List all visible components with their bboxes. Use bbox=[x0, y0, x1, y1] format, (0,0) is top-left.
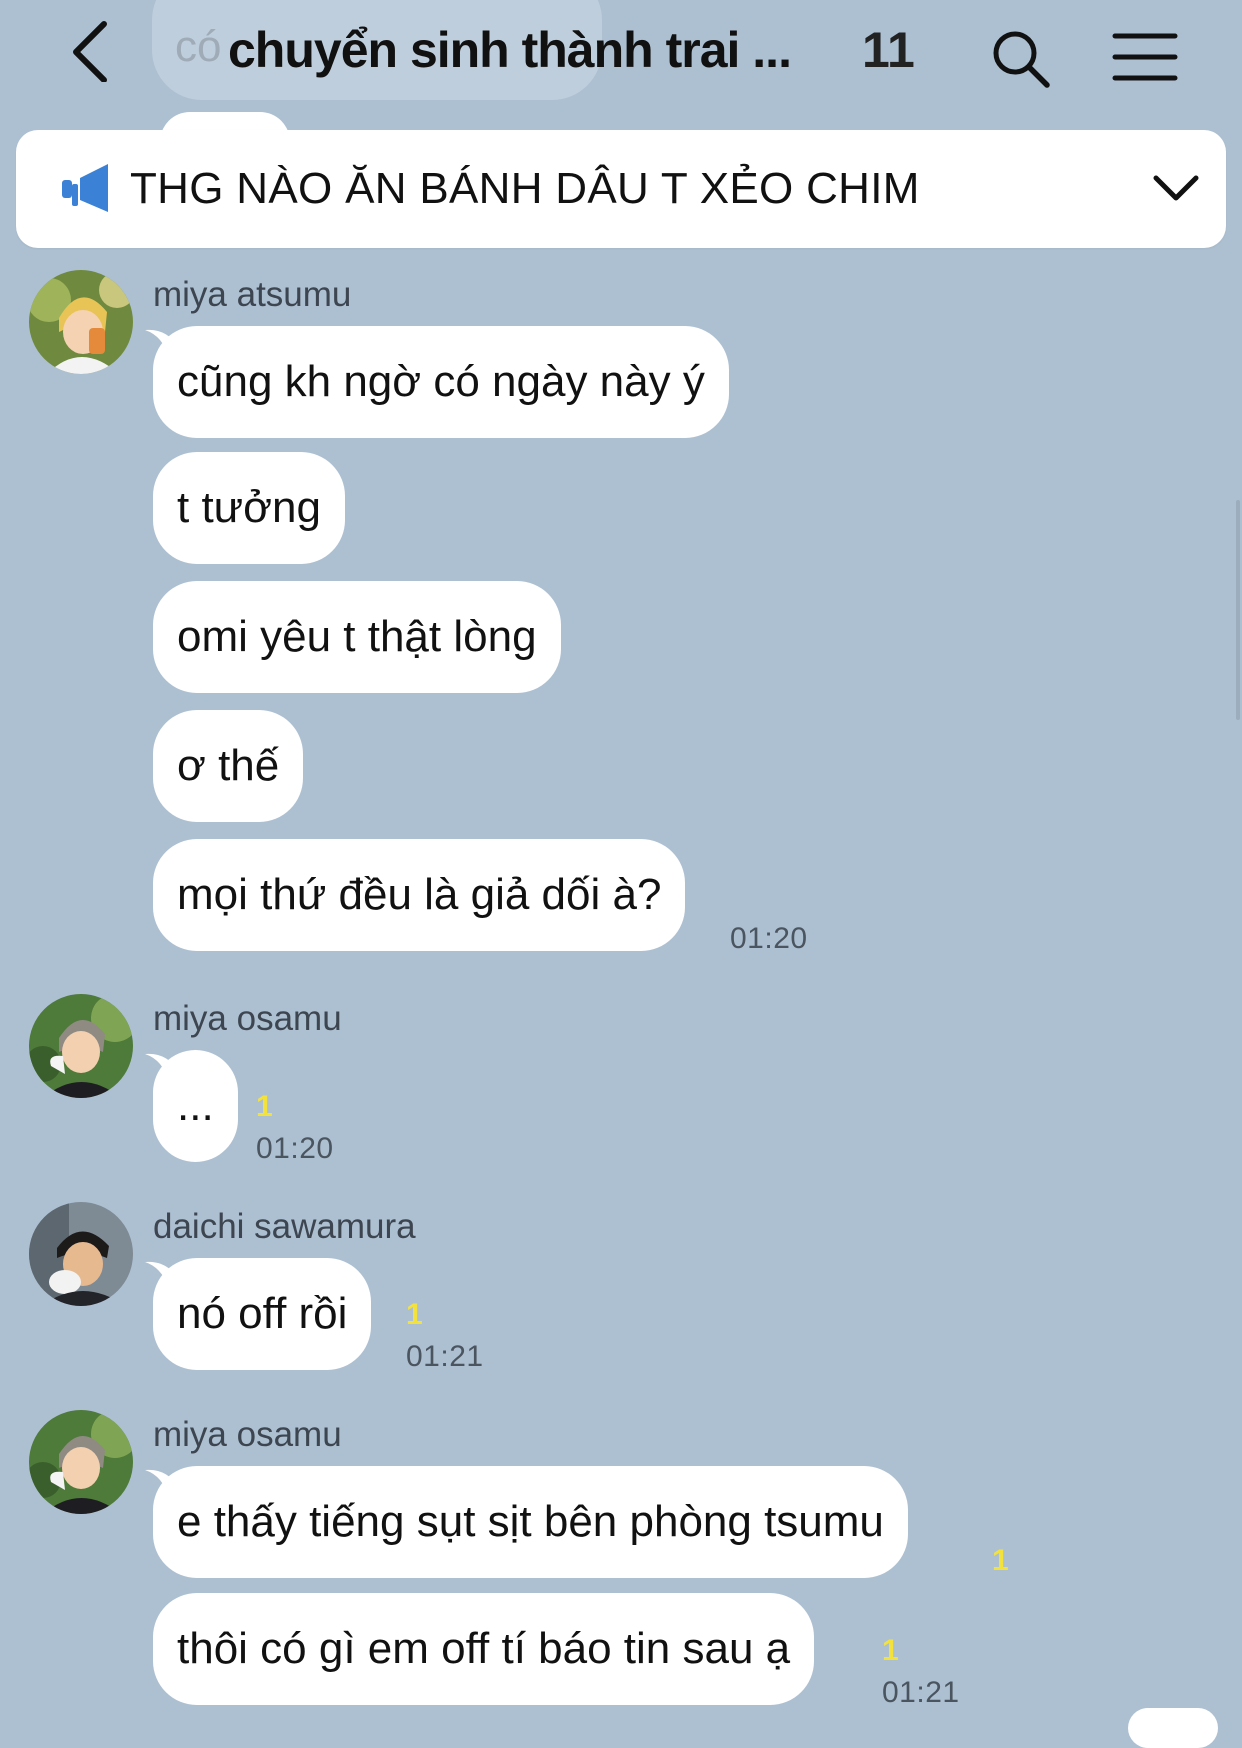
bubble-tail bbox=[145, 1469, 179, 1498]
message-text: ơ thế bbox=[177, 741, 280, 790]
bubble-tail bbox=[145, 1261, 179, 1290]
hamburger-menu-icon bbox=[1112, 33, 1178, 81]
message-text: e thấy tiếng sụt sịt bên phòng tsumu bbox=[177, 1497, 884, 1546]
avatar-miya-atsumu[interactable] bbox=[29, 270, 133, 374]
message-text: t tưởng bbox=[177, 483, 321, 532]
unread-count: 1 bbox=[992, 1544, 1009, 1577]
avatar-miya-osamu[interactable] bbox=[29, 1410, 133, 1514]
megaphone-icon bbox=[62, 164, 108, 212]
message-bubble[interactable]: ơ thế bbox=[153, 710, 304, 822]
message-time: 01:20 bbox=[730, 922, 808, 955]
scrollbar[interactable] bbox=[1236, 500, 1240, 720]
announcement-banner[interactable]: THG NÀO ĂN BÁNH DÂU T XẺO CHIM bbox=[16, 130, 1226, 248]
message-text: ... bbox=[177, 1081, 214, 1130]
search-icon bbox=[993, 31, 1050, 88]
avatar-image bbox=[29, 1202, 133, 1306]
sender-name: miya osamu bbox=[153, 999, 342, 1038]
chat-header: chuyển sinh thành trai ... 11 bbox=[0, 0, 1242, 110]
message-time: 01:21 bbox=[882, 1676, 960, 1709]
message-bubble[interactable]: mọi thứ đều là giả dối à? bbox=[153, 839, 686, 951]
message-bubble[interactable]: ... bbox=[145, 1050, 238, 1162]
chat-title[interactable]: chuyển sinh thành trai ... bbox=[228, 18, 792, 82]
announcement-text: THG NÀO ĂN BÁNH DÂU T XẺO CHIM bbox=[130, 164, 920, 213]
avatar-daichi-sawamura[interactable] bbox=[29, 1202, 133, 1306]
chevron-left-icon bbox=[73, 21, 107, 83]
message-bubble[interactable]: thôi có gì em off tí báo tin sau ạ bbox=[153, 1593, 815, 1705]
unread-count: 1 bbox=[882, 1634, 899, 1667]
message-text: thôi có gì em off tí báo tin sau ạ bbox=[177, 1624, 791, 1673]
message-bubble[interactable]: nó off rồi bbox=[145, 1258, 372, 1370]
message-bubble[interactable]: t tưởng bbox=[153, 452, 345, 564]
back-button[interactable] bbox=[62, 18, 122, 83]
message-bubble[interactable]: cũng kh ngờ có ngày này ý bbox=[145, 326, 729, 438]
search-button[interactable] bbox=[990, 28, 1052, 90]
bubble-tail bbox=[145, 329, 179, 358]
message-text: cũng kh ngờ có ngày này ý bbox=[177, 357, 705, 406]
unread-count: 1 bbox=[256, 1090, 273, 1123]
avatar-miya-osamu[interactable] bbox=[29, 994, 133, 1098]
sender-name: daichi sawamura bbox=[153, 1207, 416, 1246]
avatar-image bbox=[29, 994, 133, 1098]
chevron-down-icon[interactable] bbox=[1148, 160, 1204, 216]
message-text: omi yêu t thật lòng bbox=[177, 612, 537, 661]
message-bubble[interactable]: omi yêu t thật lòng bbox=[153, 581, 561, 693]
menu-button[interactable] bbox=[1112, 30, 1178, 84]
message-text: nó off rồi bbox=[177, 1289, 348, 1338]
message-time: 01:20 bbox=[256, 1132, 334, 1165]
bubble-tail bbox=[145, 1053, 179, 1082]
member-count: 11 bbox=[862, 22, 915, 78]
unread-count: 1 bbox=[406, 1298, 423, 1331]
message-text: mọi thứ đều là giả dối à? bbox=[177, 870, 662, 919]
partial-message-bubble bbox=[1128, 1708, 1218, 1748]
sender-name: miya atsumu bbox=[153, 275, 352, 314]
sender-name: miya osamu bbox=[153, 1415, 342, 1454]
message-time: 01:21 bbox=[406, 1340, 484, 1373]
avatar-image bbox=[29, 1410, 133, 1514]
avatar-image bbox=[29, 270, 133, 374]
message-bubble[interactable]: e thấy tiếng sụt sịt bên phòng tsumu bbox=[145, 1466, 908, 1578]
